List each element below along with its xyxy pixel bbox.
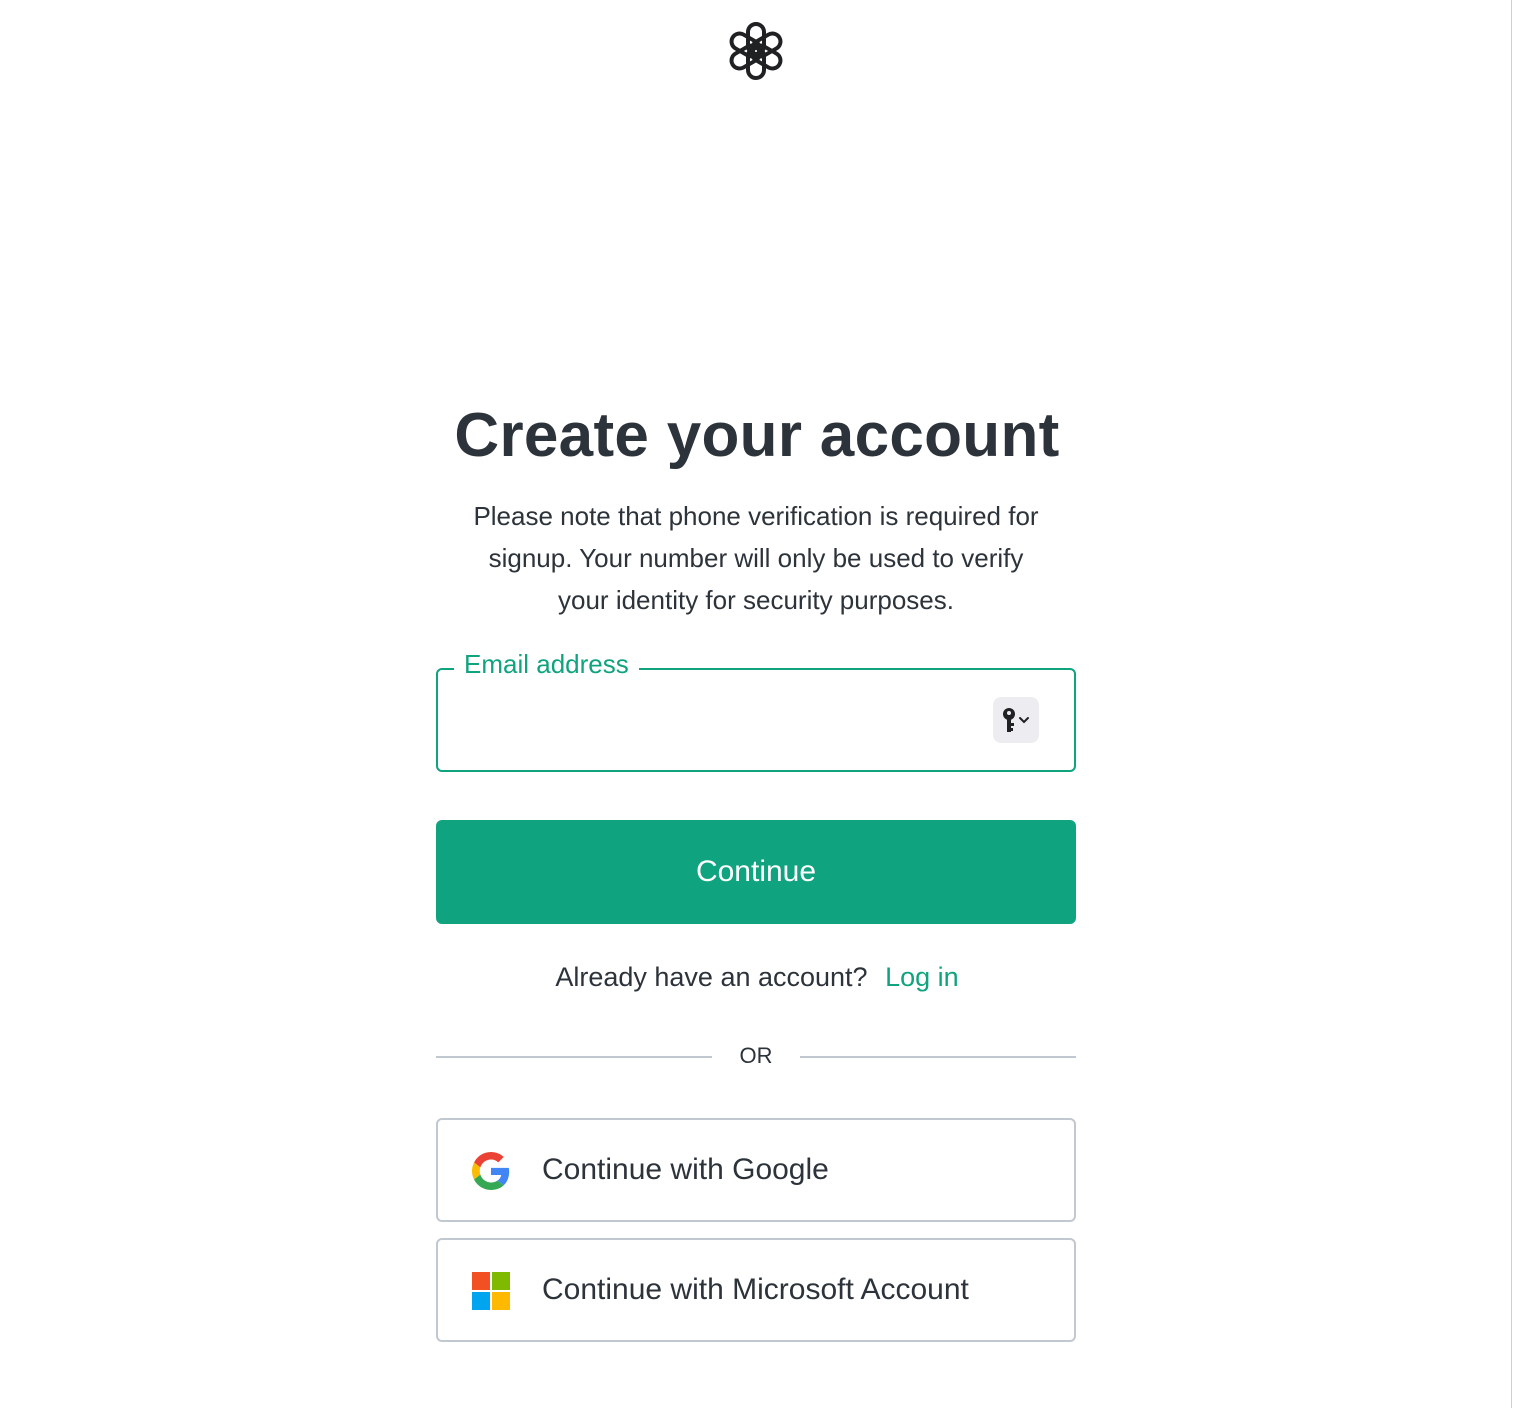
microsoft-button-label: Continue with Microsoft Account <box>542 1273 969 1306</box>
google-button-label: Continue with Google <box>542 1153 829 1186</box>
email-label: Email address <box>454 646 639 682</box>
divider-label: OR <box>739 1043 773 1068</box>
continue-with-google-button[interactable]: Continue with Google <box>436 1118 1076 1222</box>
microsoft-icon-green <box>492 1272 510 1290</box>
page-title: Create your account <box>454 401 1060 470</box>
key-icon <box>1003 708 1029 732</box>
signup-page: Create your account Please note that pho… <box>0 0 1514 1408</box>
chevron-down-icon <box>1019 717 1029 724</box>
microsoft-icon-yellow <box>492 1292 510 1310</box>
password-manager-button[interactable] <box>993 697 1039 743</box>
window-edge <box>1511 0 1512 1408</box>
continue-button[interactable]: Continue <box>436 820 1076 924</box>
notice-line: your identity for security purposes. <box>558 585 954 615</box>
microsoft-icon-blue <box>472 1292 490 1310</box>
divider-line-right <box>800 1056 1076 1058</box>
login-row: Already have an account? Log in <box>0 955 1514 999</box>
openai-logo-icon <box>729 22 783 80</box>
login-link[interactable]: Log in <box>885 962 959 992</box>
notice-line: Please note that phone verification is r… <box>473 501 1039 531</box>
microsoft-icon-red <box>472 1272 490 1290</box>
microsoft-icon <box>472 1272 510 1310</box>
divider-line-left <box>436 1056 712 1058</box>
email-input[interactable] <box>452 686 976 754</box>
google-icon <box>472 1152 510 1190</box>
continue-with-microsoft-button[interactable]: Continue with Microsoft Account <box>436 1238 1076 1342</box>
login-prompt: Already have an account? <box>555 962 868 992</box>
phone-verification-notice: Please note that phone verification is r… <box>420 495 1092 621</box>
notice-line: signup. Your number will only be used to… <box>488 543 1024 573</box>
